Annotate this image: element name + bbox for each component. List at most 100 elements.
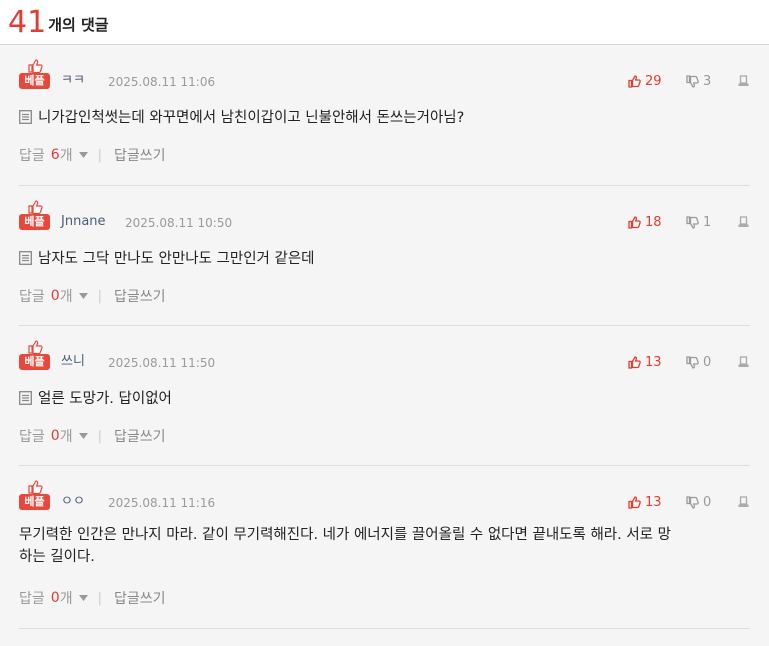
vote-area: 13 0 [628,353,750,371]
dislike-count: 3 [703,73,712,89]
report-button[interactable] [738,496,750,508]
best-badge: 베플 [19,200,50,230]
report-icon [738,496,749,507]
reply-unit: 개 [59,148,73,164]
dislike-button[interactable]: 0 [686,495,738,510]
report-icon [738,356,749,367]
best-tag: 베플 [19,494,50,510]
best-thumb-icon [28,480,43,494]
chevron-down-icon [78,595,88,601]
write-reply-button[interactable]: 답글쓰기 [114,145,166,165]
like-count: 13 [645,354,662,370]
dislike-count: 0 [703,494,712,510]
comment-item: 베플 Jnnane 2025.08.11 10:50 18 1 남자도 그닥 만… [19,186,750,326]
like-count: 29 [645,73,662,89]
report-button[interactable] [738,75,750,87]
comment-count-label: 개의 댓글 [48,16,109,34]
comment-nickname[interactable]: Jnnane [61,214,106,230]
comment-item: 베플 쓰니 2025.08.11 11:50 13 0 얼른 도망가. 답이없어 [19,326,750,466]
comment-date: 2025.08.11 11:50 [108,356,216,370]
best-thumb-icon [28,200,43,214]
reply-count: 6 [50,147,60,163]
thumbs-down-icon [686,495,699,509]
reply-toggle[interactable]: 답글 0개 [19,286,94,306]
reply-count: 0 [50,288,60,304]
divider: | [97,147,102,163]
best-tag: 베플 [19,354,50,370]
comment-text-line: 무기력한 인간은 만나지 마라. 같이 무기력해진다. 네가 에너지를 끌어올릴… [19,527,671,543]
report-button[interactable] [738,216,750,228]
best-thumb-icon [28,59,43,73]
thumbs-down-icon [686,215,699,229]
comment-date: 2025.08.11 11:06 [108,75,216,89]
thumbs-up-icon [628,74,641,88]
reply-unit: 개 [59,289,73,305]
comment-item: 베플 ㅇㅇ 2025.08.11 11:16 13 0 무기력한 인간은 만나지… [19,466,750,629]
best-badge: 베플 [19,340,50,370]
like-count: 13 [645,494,662,510]
comment-text-line: 하는 길이다. [19,549,95,565]
write-reply-button[interactable]: 답글쓰기 [114,426,166,446]
write-reply-button[interactable]: 답글쓰기 [114,286,166,306]
divider: | [97,288,102,304]
reply-label: 답글 [19,429,45,445]
vote-area: 29 3 [628,72,750,90]
comment-date: 2025.08.11 10:50 [125,216,233,230]
like-button[interactable]: 18 [628,215,686,230]
reply-unit: 개 [59,429,73,445]
reply-unit: 개 [59,591,73,607]
like-button[interactable]: 29 [628,74,686,89]
comment-nickname[interactable]: ㅋㅋ [61,73,85,89]
best-tag: 베플 [19,214,50,230]
comment-text: 얼른 도망가. 답이없어 [38,391,172,407]
thumbs-up-icon [628,215,641,229]
thumbs-up-icon [628,355,641,369]
reply-toggle[interactable]: 답글 0개 [19,588,94,608]
write-reply-button[interactable]: 답글쓰기 [114,588,166,608]
like-button[interactable]: 13 [628,355,686,370]
dislike-count: 0 [703,354,712,370]
reply-toggle[interactable]: 답글 6개 [19,145,94,165]
reply-count: 0 [50,590,60,606]
comment-meta: 베플 ㅋㅋ 2025.08.11 11:06 29 3 [19,59,750,89]
vote-area: 18 1 [628,213,750,231]
thumbs-down-icon [686,74,699,88]
best-badge: 베플 [19,480,50,510]
thumbs-up-icon [628,495,641,509]
comment-meta: 베플 Jnnane 2025.08.11 10:50 18 1 [19,200,750,230]
memo-icon [19,251,32,265]
reply-count: 0 [50,428,60,444]
reply-label: 답글 [19,148,45,164]
comment-body: 얼른 도망가. 답이없어 [19,388,750,410]
comment-nickname[interactable]: ㅇㅇ [61,494,85,510]
thumbs-down-icon [686,355,699,369]
best-thumb-icon [28,340,43,354]
comments-header: 41 개의 댓글 [0,0,769,45]
comment-footer: 답글 0개 | 답글쓰기 [19,286,166,306]
comment-body: 니가갑인척썻는데 와꾸면에서 남친이갑이고 닌불안해서 돈쓰는거아님? [19,107,750,129]
dislike-button[interactable]: 1 [686,215,738,230]
best-tag: 베플 [19,73,50,89]
comment-body: 남자도 그닥 만나도 안만나도 그만인거 같은데 [19,248,750,270]
memo-icon [19,110,32,124]
dislike-count: 1 [703,214,712,230]
divider: | [97,428,102,444]
reply-toggle[interactable]: 답글 0개 [19,426,94,446]
dislike-button[interactable]: 0 [686,355,738,370]
comment-item: 베플 ㅋㅋ 2025.08.11 11:06 29 3 니가갑인척썻는데 와꾸면… [19,45,750,186]
reply-label: 답글 [19,289,45,305]
comment-date: 2025.08.11 11:16 [108,496,216,510]
comment-meta: 베플 쓰니 2025.08.11 11:50 13 0 [19,340,750,370]
memo-icon [19,391,32,405]
dislike-button[interactable]: 3 [686,74,738,89]
comment-footer: 답글 0개 | 답글쓰기 [19,588,166,608]
like-count: 18 [645,214,662,230]
comment-nickname[interactable]: 쓰니 [61,354,85,370]
chevron-down-icon [78,293,88,299]
comments-section: 41 개의 댓글 베플 ㅋㅋ 2025.08.11 11:06 29 3 니가갑… [0,0,769,646]
report-button[interactable] [738,356,750,368]
comment-meta: 베플 ㅇㅇ 2025.08.11 11:16 13 0 [19,480,750,510]
like-button[interactable]: 13 [628,495,686,510]
report-icon [738,75,749,86]
comment-footer: 답글 6개 | 답글쓰기 [19,145,166,165]
